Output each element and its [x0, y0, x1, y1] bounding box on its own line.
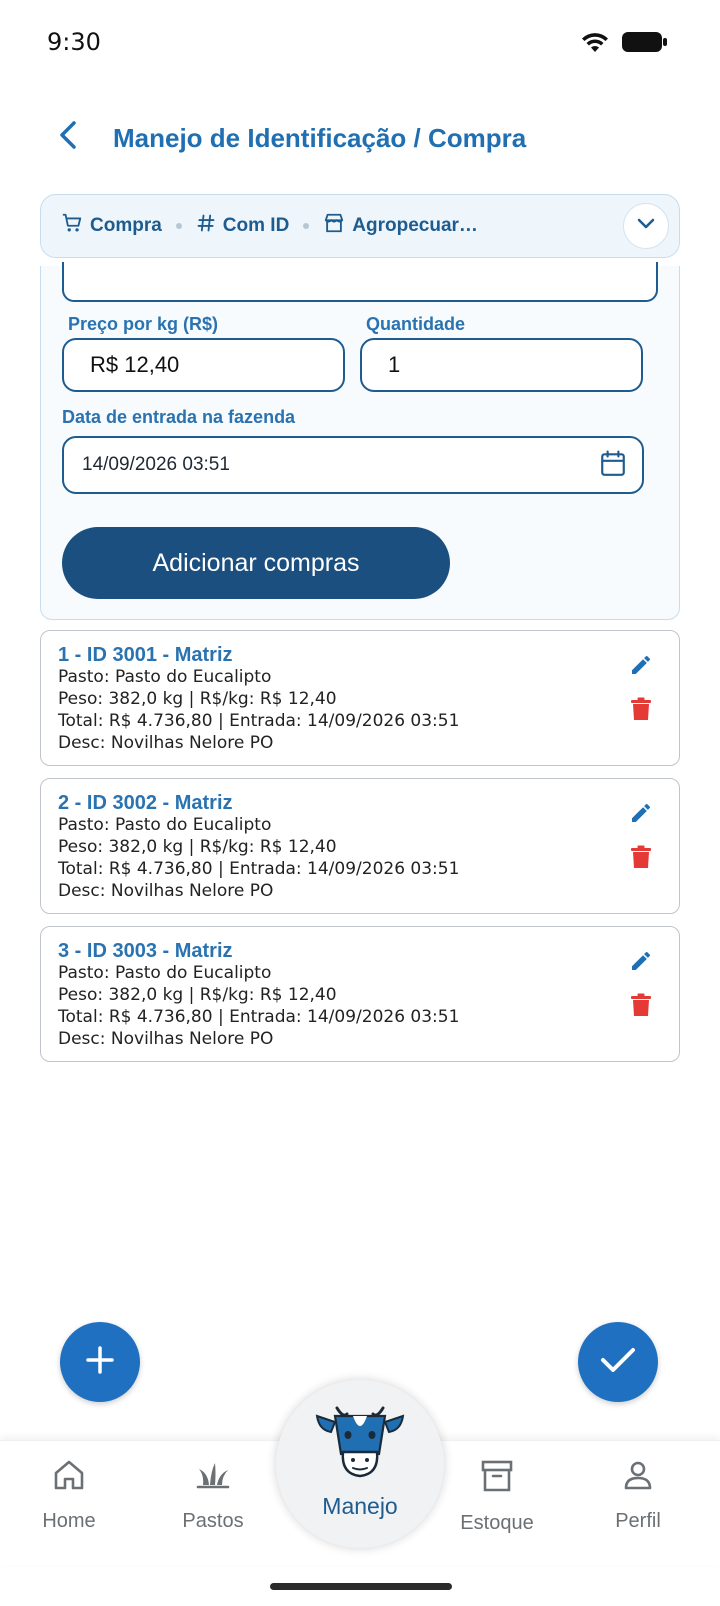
status-icons	[580, 30, 668, 59]
chip-operation: Compra	[61, 212, 162, 240]
purchase-weight: Peso: 382,0 kg | R$/kg: R$ 12,40	[58, 837, 337, 857]
date-input[interactable]: 14/09/2026 03:51	[62, 436, 644, 494]
chip-supplier: Agropecuar…	[323, 212, 478, 240]
add-item-fab[interactable]	[60, 1322, 140, 1402]
nav-label-pastos: Pastos	[182, 1510, 244, 1532]
battery-icon	[622, 31, 668, 58]
add-purchases-button[interactable]: Adicionar compras	[62, 527, 450, 599]
status-time: 9:30	[47, 28, 101, 56]
price-label: Preço por kg (R$)	[68, 314, 219, 334]
chip-id-mode: Com ID	[196, 213, 290, 239]
back-button[interactable]	[48, 117, 88, 157]
purchase-pasture: Pasto: Pasto do Eucalipto	[58, 815, 272, 835]
nav-label-home: Home	[42, 1510, 96, 1532]
purchase-pasture: Pasto: Pasto do Eucalipto	[58, 667, 272, 687]
cow-head-icon	[315, 1402, 405, 1491]
home-icon	[52, 1459, 86, 1496]
edit-icon[interactable]	[627, 799, 655, 827]
quantity-label: Quantidade	[366, 314, 466, 334]
app-header: Manejo de Identificação / Compra	[0, 105, 720, 175]
date-label: Data de entrada na fazenda	[62, 407, 296, 427]
nav-label-manejo: Manejo	[322, 1493, 398, 1519]
expand-summary-button[interactable]	[623, 203, 669, 249]
purchase-card: 2 - ID 3002 - Matriz Pasto: Pasto do Euc…	[40, 778, 680, 914]
nav-item-estoque[interactable]: Estoque	[442, 1459, 552, 1535]
purchase-title: 3 - ID 3003 - Matriz	[58, 940, 233, 962]
quantity-value: 1	[388, 352, 401, 377]
wifi-icon	[580, 30, 610, 59]
status-bar: 9:30	[0, 0, 720, 86]
check-icon	[598, 1344, 638, 1381]
chevron-down-icon	[637, 217, 655, 235]
price-input[interactable]: R$ 12,40	[62, 338, 345, 392]
chevron-left-icon	[57, 120, 79, 155]
purchase-title: 1 - ID 3001 - Matriz	[58, 644, 233, 666]
nav-item-pastos[interactable]: Pastos	[158, 1459, 268, 1533]
purchase-form: Preço por kg (R$) R$ 12,40 Quantidade 1 …	[40, 262, 680, 620]
purchase-weight: Peso: 382,0 kg | R$/kg: R$ 12,40	[58, 689, 337, 709]
summary-bar[interactable]: Compra Com ID Agropecuar…	[40, 194, 680, 258]
person-icon	[622, 1459, 654, 1496]
date-value: 14/09/2026 03:51	[82, 454, 230, 475]
purchase-title: 2 - ID 3002 - Matriz	[58, 792, 233, 814]
purchase-description: Desc: Novilhas Nelore PO	[58, 1029, 274, 1049]
nav-label-perfil: Perfil	[615, 1510, 661, 1532]
cart-icon	[61, 212, 83, 240]
page-title: Manejo de Identificação / Compra	[113, 123, 527, 153]
nav-item-home[interactable]: Home	[14, 1459, 124, 1533]
chip-id-mode-label: Com ID	[222, 215, 290, 236]
home-indicator	[270, 1583, 452, 1590]
delete-icon[interactable]	[627, 991, 655, 1019]
edit-icon[interactable]	[627, 651, 655, 679]
price-value: R$ 12,40	[90, 352, 180, 377]
quantity-input[interactable]: 1	[360, 338, 643, 392]
hash-icon	[196, 213, 216, 239]
purchase-total: Total: R$ 4.736,80 | Entrada: 14/09/2026…	[58, 859, 460, 879]
nav-item-manejo[interactable]: Manejo	[276, 1380, 444, 1548]
separator-dot	[175, 223, 182, 229]
store-icon	[323, 212, 345, 240]
edit-icon[interactable]	[627, 947, 655, 975]
purchase-card: 3 - ID 3003 - Matriz Pasto: Pasto do Euc…	[40, 926, 680, 1062]
card-actions	[627, 799, 655, 871]
nav-item-perfil[interactable]: Perfil	[583, 1459, 693, 1533]
card-actions	[627, 651, 655, 723]
grass-icon	[195, 1459, 231, 1496]
purchase-weight: Peso: 382,0 kg | R$/kg: R$ 12,40	[58, 985, 337, 1005]
confirm-fab[interactable]	[578, 1322, 658, 1402]
purchase-total: Total: R$ 4.736,80 | Entrada: 14/09/2026…	[58, 1007, 460, 1027]
delete-icon[interactable]	[627, 843, 655, 871]
calendar-icon[interactable]	[600, 450, 626, 484]
purchase-pasture: Pasto: Pasto do Eucalipto	[58, 963, 272, 983]
archive-box-icon	[480, 1459, 514, 1498]
separator-dot	[303, 223, 310, 229]
plus-icon	[84, 1344, 116, 1381]
purchase-total: Total: R$ 4.736,80 | Entrada: 14/09/2026…	[58, 711, 460, 731]
nav-label-estoque: Estoque	[460, 1512, 534, 1534]
purchase-description: Desc: Novilhas Nelore PO	[58, 733, 274, 753]
card-actions	[627, 947, 655, 1019]
purchase-description: Desc: Novilhas Nelore PO	[58, 881, 274, 901]
purchase-card: 1 - ID 3001 - Matriz Pasto: Pasto do Euc…	[40, 630, 680, 766]
delete-icon[interactable]	[627, 695, 655, 723]
chip-operation-label: Compra	[90, 215, 162, 236]
chip-supplier-label: Agropecuar…	[352, 215, 478, 236]
previous-field[interactable]	[62, 262, 658, 302]
